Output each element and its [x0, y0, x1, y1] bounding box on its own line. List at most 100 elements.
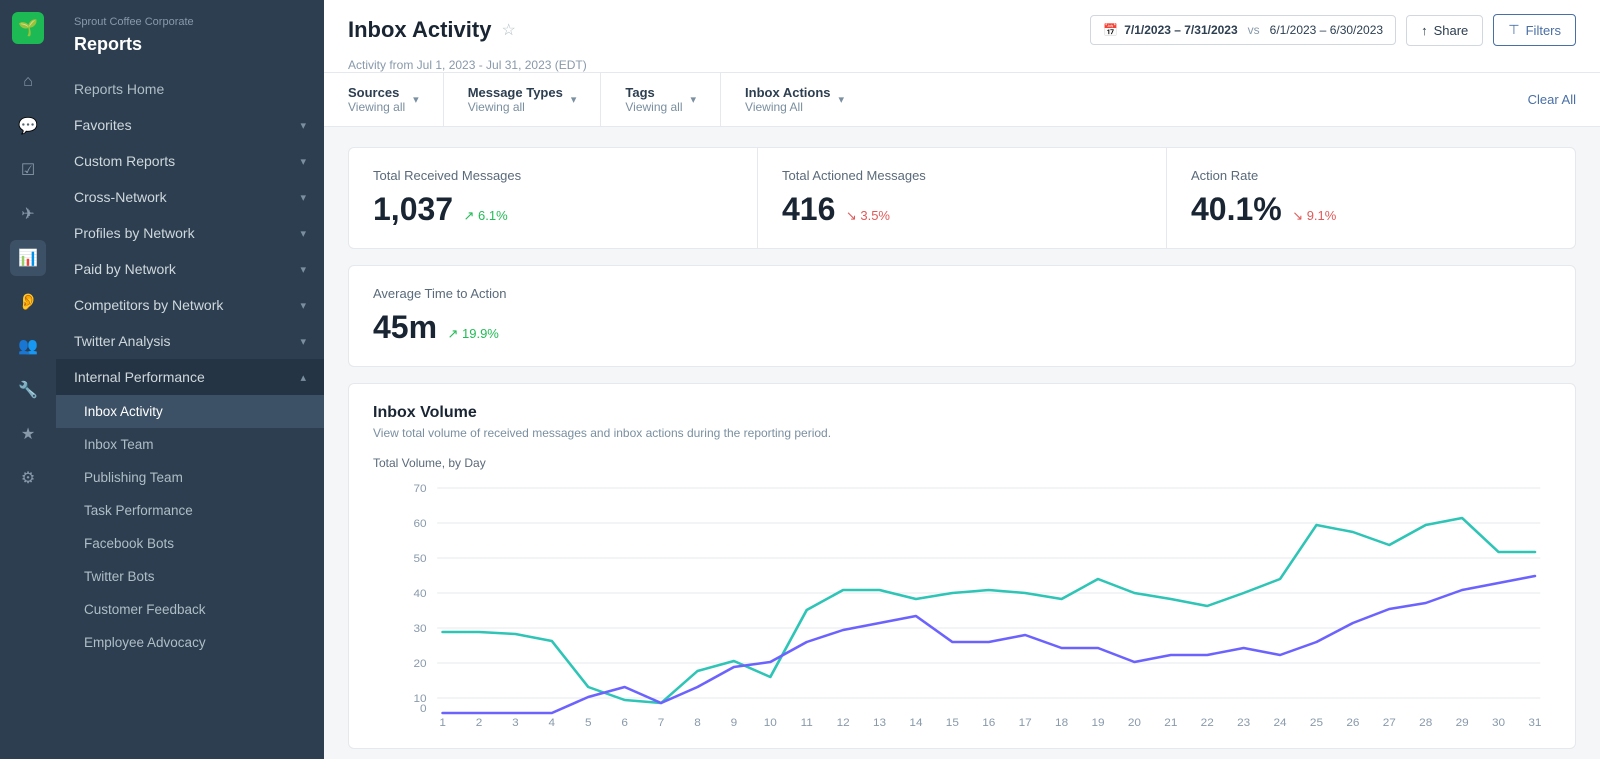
competitors-chevron: ▾ [300, 299, 306, 312]
svg-text:9: 9 [731, 717, 738, 728]
svg-text:19: 19 [1091, 717, 1104, 728]
stat-received-label: Total Received Messages [373, 168, 733, 183]
vs-label: vs [1248, 23, 1260, 37]
app-title: Reports [56, 32, 324, 71]
nav-sub-task-performance[interactable]: Task Performance [56, 494, 324, 527]
nav-icon-publish[interactable]: ✈ [10, 196, 46, 232]
filter-icon: ⊤ [1508, 22, 1519, 38]
svg-text:40: 40 [413, 588, 426, 600]
filter-inbox-actions[interactable]: Inbox Actions Viewing All ▾ [745, 73, 868, 126]
nav-reports-home[interactable]: Reports Home [56, 71, 324, 107]
nav-sub-employee-advocacy[interactable]: Employee Advocacy [56, 626, 324, 659]
filter-message-types[interactable]: Message Types Viewing all ▾ [468, 73, 602, 126]
svg-text:11: 11 [801, 717, 813, 728]
svg-text:26: 26 [1346, 717, 1359, 728]
chart-svg: 70 60 50 40 30 20 10 0 [373, 478, 1551, 728]
icon-sidebar: 🌱 ⌂ 💬 ☑ ✈ 📊 👂 👥 🔧 ★ ⚙ [0, 0, 56, 759]
svg-text:30: 30 [1492, 717, 1505, 728]
nav-internal-performance[interactable]: Internal Performance ▴ [56, 359, 324, 395]
page-title-area: Inbox Activity ☆ [348, 17, 516, 43]
svg-text:25: 25 [1310, 717, 1323, 728]
nav-cross-network[interactable]: Cross-Network ▾ [56, 179, 324, 215]
filter-bar: Sources Viewing all ▾ Message Types View… [324, 73, 1600, 127]
current-date-range: 7/1/2023 – 7/31/2023 [1124, 23, 1237, 37]
nav-paid-by-network[interactable]: Paid by Network ▾ [56, 251, 324, 287]
chart-container: 70 60 50 40 30 20 10 0 [373, 478, 1551, 728]
svg-text:4: 4 [549, 717, 556, 728]
nav-icon-home[interactable]: ⌂ [10, 64, 46, 100]
svg-text:70: 70 [413, 483, 426, 495]
nav-sub-inbox-team[interactable]: Inbox Team [56, 428, 324, 461]
svg-text:2: 2 [476, 717, 483, 728]
chart-title: Inbox Volume [373, 404, 1551, 422]
nav-favorites[interactable]: Favorites ▾ [56, 107, 324, 143]
nav-icon-settings[interactable]: ⚙ [10, 460, 46, 496]
svg-text:27: 27 [1383, 717, 1396, 728]
svg-text:20: 20 [1128, 717, 1141, 728]
header-actions: 📅 7/1/2023 – 7/31/2023 vs 6/1/2023 – 6/3… [1090, 14, 1576, 46]
svg-text:13: 13 [873, 717, 886, 728]
nav-icon-inbox[interactable]: 💬 [10, 108, 46, 144]
avg-time-change: ↗ 19.9% [448, 326, 499, 342]
svg-text:3: 3 [512, 717, 519, 728]
nav-competitors-by-network[interactable]: Competitors by Network ▾ [56, 287, 324, 323]
stat-rate-label: Action Rate [1191, 168, 1551, 183]
svg-text:8: 8 [694, 717, 701, 728]
nav-sub-customer-feedback[interactable]: Customer Feedback [56, 593, 324, 626]
nav-icon-tasks[interactable]: ☑ [10, 152, 46, 188]
svg-text:60: 60 [413, 518, 426, 530]
calendar-icon: 📅 [1103, 23, 1118, 37]
nav-sub-facebook-bots[interactable]: Facebook Bots [56, 527, 324, 560]
twitter-chevron: ▾ [300, 335, 306, 348]
chart-y-label: Total Volume, by Day [373, 456, 1551, 470]
date-range-button[interactable]: 📅 7/1/2023 – 7/31/2023 vs 6/1/2023 – 6/3… [1090, 15, 1396, 45]
stat-actioned-messages: Total Actioned Messages 416 ↘ 3.5% [758, 148, 1167, 248]
stat-rate-change: ↘ 9.1% [1292, 208, 1336, 224]
svg-text:6: 6 [621, 717, 628, 728]
page-title: Inbox Activity [348, 17, 491, 43]
svg-text:0: 0 [420, 703, 427, 715]
tags-chevron-icon: ▾ [691, 93, 697, 106]
share-button[interactable]: ↑ Share [1406, 15, 1483, 46]
stats-row: Total Received Messages 1,037 ↗ 6.1% Tot… [348, 147, 1576, 249]
filter-tags[interactable]: Tags Viewing all ▾ [625, 73, 721, 126]
nav-profiles-by-network[interactable]: Profiles by Network ▾ [56, 215, 324, 251]
nav-icon-integrations[interactable]: 🔧 [10, 372, 46, 408]
chart-section: Inbox Volume View total volume of receiv… [348, 383, 1576, 749]
nav-icon-listening[interactable]: 👂 [10, 284, 46, 320]
favorite-star-icon[interactable]: ☆ [501, 20, 515, 40]
nav-sub-twitter-bots[interactable]: Twitter Bots [56, 560, 324, 593]
svg-text:29: 29 [1456, 717, 1469, 728]
svg-text:15: 15 [946, 717, 959, 728]
clear-all-button[interactable]: Clear All [1528, 92, 1576, 107]
svg-text:22: 22 [1201, 717, 1214, 728]
svg-text:7: 7 [658, 717, 665, 728]
svg-text:20: 20 [413, 658, 426, 670]
filters-button[interactable]: ⊤ Filters [1493, 14, 1576, 46]
purple-line [443, 576, 1535, 713]
nav-twitter-analysis[interactable]: Twitter Analysis ▾ [56, 323, 324, 359]
nav-icon-advocacy[interactable]: ★ [10, 416, 46, 452]
nav-icon-reports[interactable]: 📊 [10, 240, 46, 276]
page-subtitle: Activity from Jul 1, 2023 - Jul 31, 2023… [348, 58, 1576, 72]
nav-sidebar: Sprout Coffee Corporate Reports Reports … [56, 0, 324, 759]
svg-text:21: 21 [1164, 717, 1177, 728]
stat-actioned-change: ↘ 3.5% [846, 208, 890, 224]
nav-icon-people[interactable]: 👥 [10, 328, 46, 364]
stat-received-messages: Total Received Messages 1,037 ↗ 6.1% [349, 148, 758, 248]
favorites-chevron: ▾ [300, 119, 306, 132]
svg-text:14: 14 [909, 717, 922, 728]
svg-text:24: 24 [1274, 717, 1287, 728]
svg-text:31: 31 [1528, 717, 1541, 728]
svg-text:30: 30 [413, 623, 426, 635]
nav-custom-reports[interactable]: Custom Reports ▾ [56, 143, 324, 179]
nav-sub-publishing-team[interactable]: Publishing Team [56, 461, 324, 494]
nav-sub-inbox-activity[interactable]: Inbox Activity [56, 395, 324, 428]
share-icon: ↑ [1421, 23, 1428, 38]
page-header: Inbox Activity ☆ 📅 7/1/2023 – 7/31/2023 … [324, 0, 1600, 73]
avg-time-value: 45m [373, 309, 437, 345]
avg-time-label: Average Time to Action [373, 286, 1551, 301]
filter-sources[interactable]: Sources Viewing all ▾ [348, 73, 444, 126]
svg-text:23: 23 [1237, 717, 1250, 728]
stat-rate-value: 40.1% [1191, 191, 1282, 227]
